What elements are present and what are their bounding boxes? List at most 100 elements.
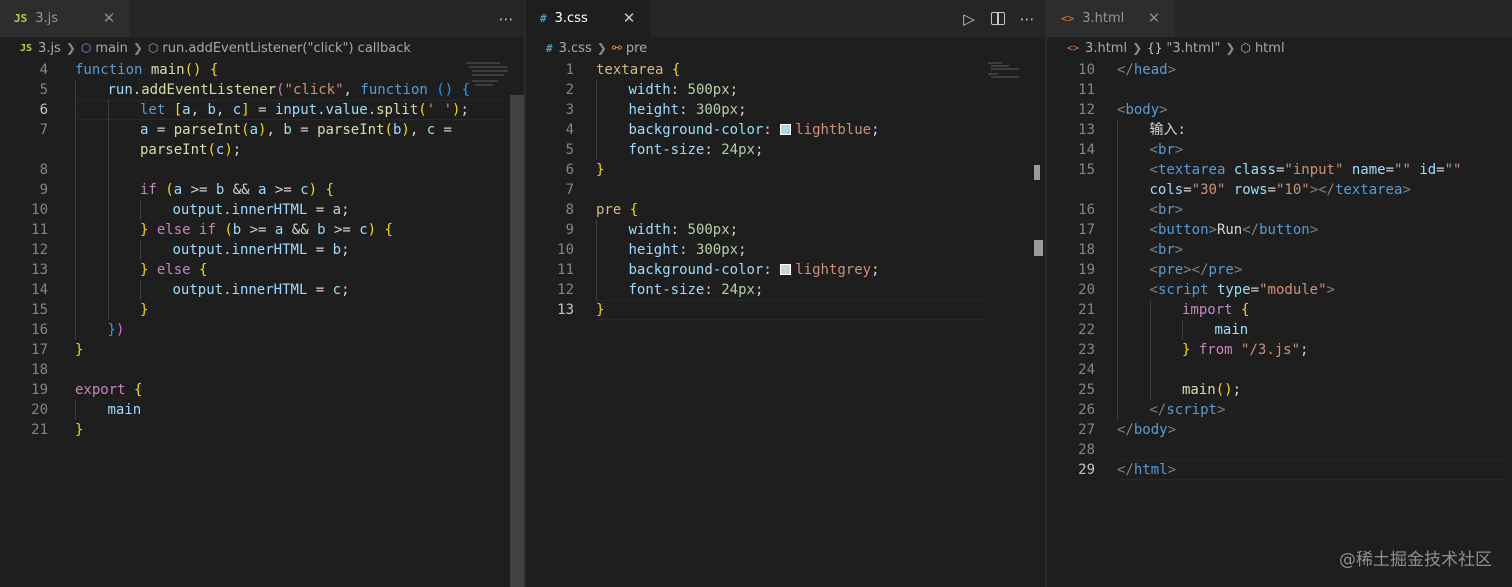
code-token: 500px xyxy=(687,222,730,238)
code-line: 20 main xyxy=(0,400,524,420)
code-editor-html[interactable]: 10 </head> 11 12 <body> 13 输入: 14 <br> 15 <textare… xyxy=(1047,60,1512,587)
line-number: 8 xyxy=(39,162,48,178)
close-icon[interactable]: ✕ xyxy=(1145,8,1163,28)
code-token: { xyxy=(629,202,639,218)
minimap[interactable] xyxy=(988,62,1028,82)
breadcrumb-item[interactable]: main xyxy=(95,41,127,56)
breadcrumb-item[interactable]: run.addEventListener("click") callback xyxy=(162,41,411,56)
code-text: width: 500px; xyxy=(629,220,739,240)
code-token: : xyxy=(704,282,722,298)
code-token: { xyxy=(209,62,219,78)
code-text: import { xyxy=(1182,300,1249,320)
line-number: 7 xyxy=(39,122,48,138)
tab-3-css[interactable]: # 3.css ✕ xyxy=(526,0,650,37)
code-token: innerHTML xyxy=(231,282,308,298)
css-file-icon: # xyxy=(546,41,553,55)
code-token: "module" xyxy=(1259,282,1327,298)
code-token: ; xyxy=(460,102,469,118)
code-token: value xyxy=(325,102,368,118)
code-token: = xyxy=(1385,162,1395,178)
code-text: font-size: 24px; xyxy=(629,140,764,160)
chevron-right-icon: ❯ xyxy=(1132,41,1143,55)
code-line: 21 import { xyxy=(1047,300,1512,320)
line-number: 14 xyxy=(31,282,48,298)
code-token: 24px xyxy=(721,142,755,158)
code-token: export xyxy=(75,382,126,398)
code-token: type xyxy=(1216,282,1251,298)
code-text: export { xyxy=(75,380,142,400)
code-token: br xyxy=(1157,242,1175,258)
code-token: > xyxy=(1326,282,1335,298)
line-number: 17 xyxy=(1078,222,1095,238)
color-swatch[interactable] xyxy=(780,264,792,275)
code-line: 19 export { xyxy=(0,380,524,400)
code-line: 4 background-color: lightblue; xyxy=(526,120,1045,140)
line-number: 12 xyxy=(1078,102,1095,118)
tab-3-js[interactable]: JS 3.js ✕ xyxy=(0,0,130,37)
code-token: 输入: xyxy=(1149,122,1186,138)
code-text: width: 500px; xyxy=(629,80,739,100)
minimap[interactable] xyxy=(466,62,510,92)
breadcrumb-item[interactable]: html xyxy=(1255,41,1285,56)
code-token: [ xyxy=(173,102,183,118)
line-number: 15 xyxy=(31,302,48,318)
code-text: function main() { xyxy=(75,60,218,80)
code-line: cols="30" rows="10"></textarea> xyxy=(1047,180,1512,200)
code-token: : xyxy=(763,262,781,278)
code-token: { xyxy=(199,262,208,278)
code-token: from xyxy=(1198,342,1233,358)
breadcrumb-item[interactable]: "3.html" xyxy=(1166,41,1220,56)
line-number: 5 xyxy=(39,82,48,98)
code-line: 26 </script> xyxy=(1047,400,1512,420)
code-token: < xyxy=(1149,202,1158,218)
line-number: 3 xyxy=(565,102,574,118)
line-number: 29 xyxy=(1078,462,1095,478)
code-token: > xyxy=(1208,222,1217,238)
breadcrumb-item[interactable]: 3.html xyxy=(1085,41,1127,56)
code-token: } xyxy=(75,422,84,438)
braces-icon: {} xyxy=(1147,41,1163,55)
line-number: 18 xyxy=(1078,242,1095,258)
code-token: 300px xyxy=(695,242,739,258)
line-number: 11 xyxy=(557,262,574,278)
tab-bar: JS 3.js ✕ ⋯ xyxy=(0,0,524,37)
code-editor-css[interactable]: 1 textarea {2 width: 500px; 3 height: 300px;… xyxy=(526,60,1045,587)
code-token: ; xyxy=(729,82,739,98)
breadcrumb: # 3.css ❯ ⚯ pre xyxy=(526,37,1045,59)
close-icon[interactable]: ✕ xyxy=(620,8,638,28)
code-token: id xyxy=(1419,162,1437,178)
code-token: < xyxy=(1149,262,1158,278)
breadcrumb-item[interactable]: 3.css xyxy=(559,41,592,56)
line-number: 21 xyxy=(1078,302,1095,318)
code-token: Run xyxy=(1216,222,1243,238)
breadcrumb-item[interactable]: pre xyxy=(626,41,647,56)
code-editor-js[interactable]: 4 function main() {5 run.addEventListener(… xyxy=(0,60,524,587)
run-icon[interactable]: ▷ xyxy=(961,11,977,27)
code-token: c xyxy=(232,102,242,118)
split-editor-icon[interactable] xyxy=(991,12,1005,25)
code-token: > xyxy=(1167,462,1177,478)
scrollbar-thumb[interactable] xyxy=(510,95,524,587)
more-actions-icon[interactable]: ⋯ xyxy=(498,11,514,27)
code-text: font-size: 24px; xyxy=(629,280,764,300)
color-swatch[interactable] xyxy=(780,124,792,135)
close-icon[interactable]: ✕ xyxy=(100,8,118,28)
code-token: a xyxy=(182,102,191,118)
code-token: output xyxy=(172,202,224,218)
more-actions-icon[interactable]: ⋯ xyxy=(1019,11,1035,27)
line-number: 1 xyxy=(565,62,574,78)
code-token: innerHTML xyxy=(231,242,308,258)
code-text: background-color: lightblue; xyxy=(629,120,880,140)
line-number: 16 xyxy=(1078,202,1095,218)
code-token: main xyxy=(1182,382,1216,398)
breadcrumb-item[interactable]: 3.js xyxy=(38,41,61,56)
code-token: . xyxy=(317,102,326,118)
code-token: </ xyxy=(1149,402,1167,418)
editor-pane-html: <> 3.html ✕ <> 3.html ❯ {} "3.html" ❯ ⬡ … xyxy=(1047,0,1512,587)
code-token: b xyxy=(232,222,242,238)
tab-3-html[interactable]: <> 3.html ✕ xyxy=(1047,0,1175,37)
scrollbar[interactable] xyxy=(510,60,524,587)
